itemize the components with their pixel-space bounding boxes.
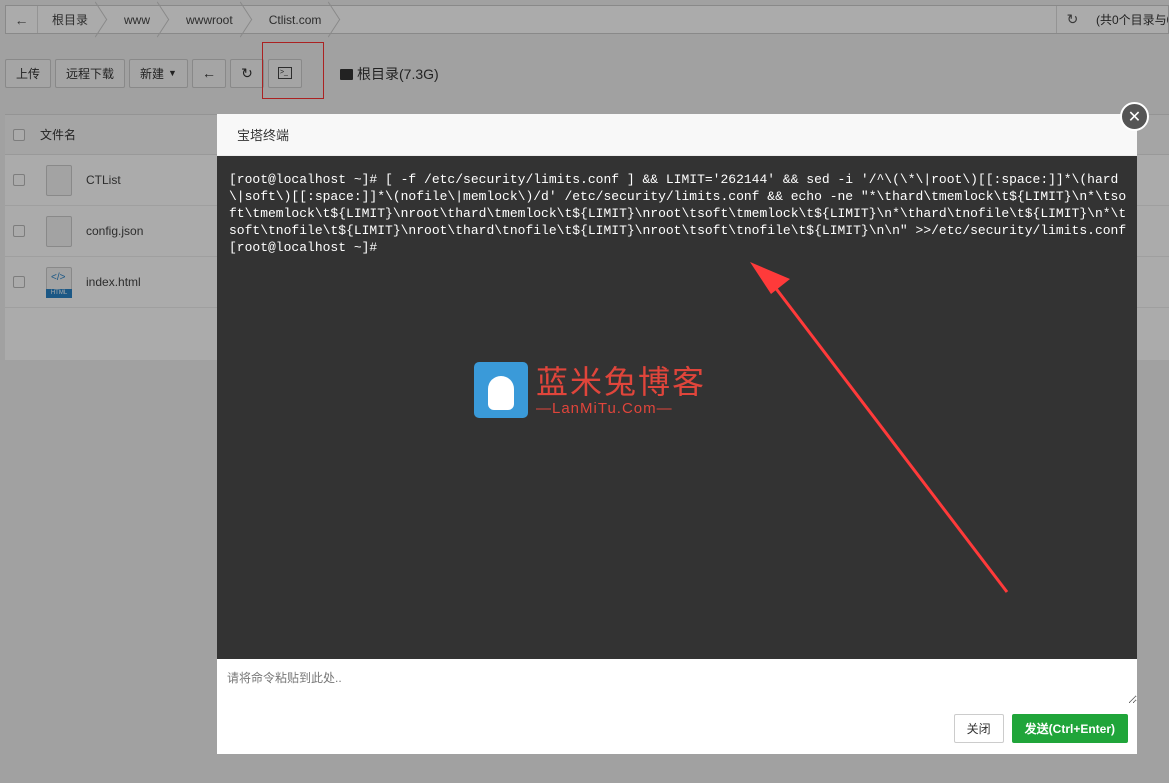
close-icon[interactable]: ✕ bbox=[1120, 102, 1149, 131]
terminal-dialog: 宝塔终端 [root@localhost ~]# [ -f /etc/secur… bbox=[217, 114, 1137, 754]
watermark: 蓝米兔博客 —LanMiTu.Com— bbox=[474, 362, 706, 418]
dialog-title: 宝塔终端 bbox=[217, 114, 1137, 156]
send-button[interactable]: 发送(Ctrl+Enter) bbox=[1011, 714, 1128, 743]
rabbit-logo-icon bbox=[474, 362, 528, 418]
watermark-cn: 蓝米兔博客 bbox=[536, 362, 707, 401]
watermark-en: —LanMiTu.Com— bbox=[536, 399, 673, 417]
close-button[interactable]: 关闭 bbox=[953, 714, 1004, 743]
command-input[interactable] bbox=[217, 659, 1137, 704]
dialog-footer: 关闭 发送(Ctrl+Enter) bbox=[953, 714, 1128, 743]
